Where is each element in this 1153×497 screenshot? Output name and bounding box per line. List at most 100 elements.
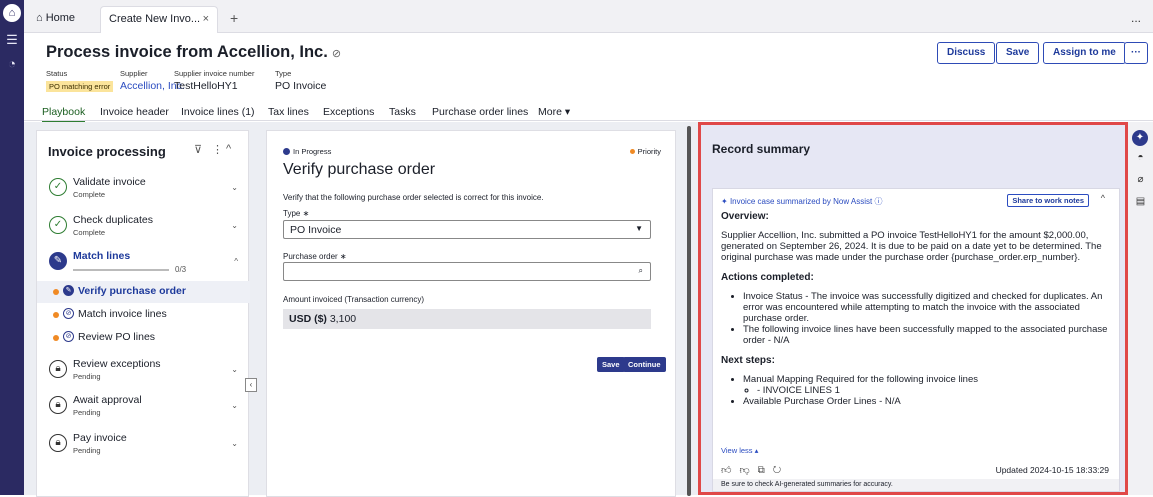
step-status: Pending: [73, 446, 101, 455]
type-field-label: Type ∗: [283, 209, 309, 218]
step-review-exceptions[interactable]: 🔒︎ Review exceptions Pending ⌄: [37, 353, 250, 391]
purchase-order-input[interactable]: ⌕: [283, 262, 651, 281]
feedback-actions: 👍︎👎︎⧉↻: [721, 464, 789, 476]
list-item: Available Purchase Order Lines - N/A: [743, 396, 1113, 407]
tab-tasks[interactable]: Tasks: [389, 106, 416, 118]
substep-verify-purchase-order[interactable]: ✎ Verify purchase order: [37, 281, 250, 303]
tab-playbook[interactable]: Playbook: [42, 106, 85, 123]
pending-circle-icon: ⊘: [63, 331, 74, 342]
chevron-up-icon[interactable]: ^: [234, 257, 238, 266]
home-icon: ⌂: [36, 12, 46, 24]
continue-button[interactable]: Continue: [623, 357, 666, 372]
substep-review-po-lines[interactable]: ⊘ Review PO lines: [37, 327, 250, 349]
tab-home[interactable]: ⌂ Home: [28, 6, 83, 33]
chevron-down-icon[interactable]: ⌄: [231, 221, 238, 230]
step-pay-invoice[interactable]: 🔒︎ Pay invoice Pending ⌄: [37, 427, 250, 465]
edit-circle-icon: ✎: [63, 285, 74, 296]
copy-icon[interactable]: ⧉: [758, 465, 773, 476]
overview-heading: Overview:: [721, 211, 1113, 222]
chevron-down-icon[interactable]: ⌄: [231, 401, 238, 410]
dropdown-caret-icon: ▼: [635, 224, 643, 233]
kebab-menu-icon[interactable]: ⋮: [212, 143, 223, 156]
tab-create-new-invoice[interactable]: Create New Invo...×: [100, 6, 218, 33]
record-tabs: Playbook Invoice header Invoice lines (1…: [24, 103, 1153, 123]
step-validate-invoice[interactable]: ✓ Validate invoice Complete ⌄: [37, 171, 250, 209]
substep-match-invoice-lines[interactable]: ⊘ Match invoice lines: [37, 304, 250, 326]
now-assist-icon[interactable]: ✦: [1132, 130, 1148, 146]
chevron-down-icon[interactable]: ⌄: [231, 439, 238, 448]
playbook-panel: Invoice processing ⊽ ⋮ ^ ✓ Validate invo…: [36, 130, 249, 497]
substep-label: Match invoice lines: [78, 308, 167, 320]
list-item: Manual Mapping Required for the followin…: [743, 374, 1113, 396]
step-progress-text: 0/3: [175, 265, 186, 274]
info-icon[interactable]: ⓘ: [872, 197, 882, 206]
type-select[interactable]: PO Invoice▼: [283, 220, 651, 239]
app-logo-icon[interactable]: ⌂: [3, 4, 21, 22]
tab-invoice-lines[interactable]: Invoice lines (1): [181, 106, 255, 118]
share-to-work-notes-button[interactable]: Share to work notes: [1007, 194, 1089, 207]
thumbs-down-icon[interactable]: 👎︎: [739, 465, 757, 476]
tab-more-dropdown[interactable]: More ▾: [538, 106, 570, 118]
document-icon[interactable]: ▤: [1128, 196, 1153, 212]
amount-field-label: Amount invoiced (Transaction currency): [283, 295, 424, 304]
task-save-button[interactable]: Save: [597, 357, 625, 372]
panel-resize-handle[interactable]: [687, 126, 691, 496]
next-steps-heading: Next steps:: [721, 355, 1113, 366]
search-icon[interactable]: ⌕: [639, 266, 643, 276]
priority-indicator: Priority: [630, 147, 661, 156]
list-item: The following invoice lines have been su…: [743, 324, 1113, 346]
collapse-summary-icon[interactable]: ^: [1101, 193, 1105, 203]
step-await-approval[interactable]: 🔒︎ Await approval Pending ⌄: [37, 389, 250, 427]
tab-exceptions[interactable]: Exceptions: [323, 106, 374, 118]
record-summary-panel: Record summary ✦ Invoice case summarized…: [698, 122, 1128, 495]
page-title: Process invoice from Accellion, Inc.⊘: [46, 43, 341, 62]
step-title: Pay invoice: [73, 432, 127, 444]
chevron-down-icon[interactable]: ⌄: [231, 365, 238, 374]
dashboard-icon[interactable]: ◔: [0, 52, 24, 76]
step-title: Review exceptions: [73, 358, 161, 370]
more-actions-button[interactable]: ···: [1124, 42, 1148, 64]
type-label: Type: [275, 69, 291, 78]
step-check-duplicates[interactable]: ✓ Check duplicates Complete ⌄: [37, 209, 250, 247]
step-title: Await approval: [73, 394, 142, 406]
playbook-title: Invoice processing: [48, 144, 166, 159]
filter-icon[interactable]: ⊽: [194, 143, 202, 156]
next-steps-list: Manual Mapping Required for the followin…: [743, 374, 1113, 407]
tab-purchase-order-lines[interactable]: Purchase order lines: [432, 106, 528, 118]
actions-list: Invoice Status - The invoice was success…: [743, 291, 1113, 346]
amount-invoiced-value: USD ($) 3,100: [283, 309, 651, 329]
summary-body: Overview: Supplier Accellion, Inc. submi…: [721, 211, 1113, 407]
ai-disclaimer: Be sure to check AI-generated summaries …: [713, 479, 1119, 491]
left-nav-rail: ⌂ ☰ ◔: [0, 0, 24, 495]
step-status: Complete: [73, 228, 105, 237]
tab-tax-lines[interactable]: Tax lines: [268, 106, 309, 118]
thumbs-up-icon[interactable]: 👍︎: [721, 465, 739, 476]
type-value: PO Invoice: [275, 80, 326, 92]
discuss-button[interactable]: Discuss: [937, 42, 995, 64]
task-description: Verify that the following purchase order…: [283, 193, 544, 202]
collapse-up-icon[interactable]: ^: [226, 143, 231, 155]
tab-overflow-button[interactable]: ...: [1123, 6, 1149, 33]
supplier-invoice-number-value: TestHelloHY1: [174, 80, 238, 92]
priority-dot-icon: [630, 149, 635, 154]
supplier-invoice-number-label: Supplier invoice number: [174, 69, 254, 78]
now-assist-summary-card: ✦ Invoice case summarized by Now Assist …: [712, 188, 1120, 492]
view-less-link[interactable]: View less ▴: [721, 446, 758, 455]
new-tab-button[interactable]: +: [222, 6, 246, 33]
tab-invoice-header[interactable]: Invoice header: [100, 106, 169, 118]
save-button[interactable]: Save: [996, 42, 1039, 64]
priority-dot-icon: [53, 312, 59, 318]
menu-list-icon[interactable]: ☰: [0, 28, 24, 52]
collapse-panel-button[interactable]: ‹: [245, 378, 257, 392]
task-panel: In Progress Priority Verify purchase ord…: [266, 130, 676, 497]
tag-icon[interactable]: ⊘: [332, 48, 341, 60]
refresh-icon[interactable]: ↻: [773, 465, 789, 476]
assign-to-me-button[interactable]: Assign to me: [1043, 42, 1126, 64]
sparkle-icon: ✦: [721, 197, 730, 206]
close-tab-icon[interactable]: ×: [203, 7, 209, 32]
chevron-down-icon[interactable]: ⌄: [231, 183, 238, 192]
actions-heading: Actions completed:: [721, 272, 1113, 283]
graduation-cap-icon[interactable]: ◓: [1128, 152, 1153, 168]
step-match-lines[interactable]: ✎ Match lines 0/3 ^: [37, 245, 250, 283]
attachment-icon[interactable]: ⌀: [1128, 174, 1153, 190]
